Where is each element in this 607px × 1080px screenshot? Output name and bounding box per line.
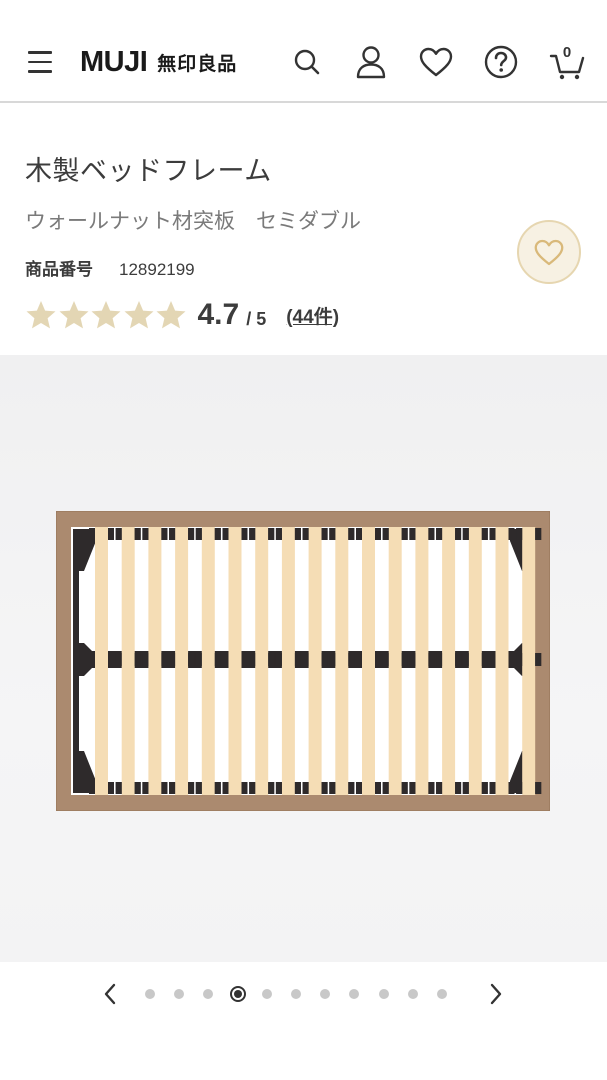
next-image-button[interactable]: [484, 982, 508, 1006]
search-icon[interactable]: [287, 40, 327, 84]
rating-stars: [25, 299, 188, 331]
bed-slat: [175, 527, 189, 795]
pagination-dot[interactable]: [261, 989, 272, 999]
star-icon: [156, 301, 186, 329]
user-icon[interactable]: [351, 40, 391, 84]
favorite-button[interactable]: [517, 220, 581, 284]
bed-slat: [442, 527, 456, 795]
pagination-dot[interactable]: [378, 989, 389, 999]
rating: 4.7 / 5 (44件): [25, 295, 339, 335]
chevron-right-icon: [490, 983, 502, 1005]
rating-out-of: / 5: [246, 308, 267, 329]
review-count-link[interactable]: (44件): [286, 302, 339, 329]
star-icon: [59, 301, 88, 329]
heart-icon[interactable]: [416, 40, 456, 84]
bed-slat: [308, 527, 322, 795]
logo-text-jp: 無印良品: [157, 52, 238, 75]
hamburger-menu-icon[interactable]: [28, 51, 52, 73]
logo-text-en: MUJI: [80, 45, 148, 78]
pagination-dot[interactable]: [203, 989, 214, 999]
bed-slat: [522, 527, 536, 795]
cart-count: 0: [562, 44, 572, 61]
bed-slat: [362, 527, 375, 795]
site-header: MUJI 無印良品 0: [0, 0, 607, 103]
pagination-dots: [145, 984, 466, 1004]
pagination-dot-active[interactable]: [229, 986, 246, 1002]
star-icon: [26, 301, 56, 329]
pagination-dot[interactable]: [174, 989, 185, 999]
product-subtitle: ウォールナット材突板 セミダブル: [25, 209, 361, 233]
rating-score: 4.7: [197, 298, 240, 331]
bed-slat: [468, 527, 482, 795]
previous-image-button[interactable]: [98, 982, 122, 1006]
bed-slat: [281, 527, 295, 795]
heart-outline-icon: [534, 239, 564, 265]
product-code-label: 商品番号: [25, 260, 93, 280]
chevron-left-icon: [104, 983, 116, 1005]
bed-slat: [228, 527, 242, 795]
bed-slat: [121, 527, 135, 795]
pagination-dot[interactable]: [436, 989, 447, 999]
pagination-dot[interactable]: [407, 989, 418, 999]
bed-slat: [95, 527, 108, 795]
bed-slat: [415, 527, 429, 795]
product-info: 木製ベッドフレーム ウォールナット材突板 セミダブル 商品番号 12892199…: [0, 105, 607, 355]
product-code-value: 12892199: [119, 260, 195, 279]
cart-icon[interactable]: 0: [546, 40, 588, 84]
bed-frame-image: [56, 511, 550, 811]
star-icon: [91, 301, 121, 329]
product-title: 木製ベッドフレーム: [25, 156, 272, 187]
bed-slat: [335, 527, 349, 795]
pagination-dot[interactable]: [290, 989, 301, 999]
bed-slat: [495, 527, 509, 795]
product-image-gallery[interactable]: [0, 355, 607, 962]
pagination-dot[interactable]: [145, 989, 155, 999]
gallery-pager: [0, 962, 607, 1080]
bed-slat: [255, 527, 269, 795]
bed-slat: [388, 527, 402, 795]
pagination-dot[interactable]: [320, 989, 331, 999]
star-icon: [124, 301, 153, 329]
help-icon[interactable]: [481, 40, 521, 84]
bed-slat: [148, 527, 162, 795]
muji-logo[interactable]: MUJI 無印良品: [80, 44, 237, 80]
bed-slat: [201, 527, 215, 795]
pagination-dot[interactable]: [349, 989, 360, 999]
product-code: 商品番号 12892199: [25, 255, 195, 280]
